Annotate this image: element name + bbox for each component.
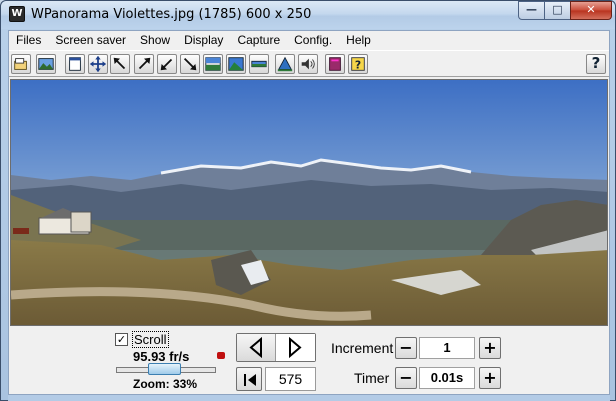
maximize-button[interactable]: □ — [544, 1, 571, 20]
title-bar[interactable]: W WPanorama Violettes.jpg (1785) 600 x 2… — [1, 1, 615, 29]
window-size-icon[interactable] — [65, 54, 85, 74]
picture-icon[interactable] — [36, 54, 56, 74]
menu-screen-saver[interactable]: Screen saver — [48, 31, 133, 49]
context-help-icon[interactable]: ? — [348, 54, 368, 74]
control-panel: ✓ Scroll 95.93 fr/s Zoom: 33% 575 Increm… — [9, 327, 609, 394]
menu-bar: Files Screen saver Show Display Capture … — [9, 31, 609, 49]
close-button[interactable]: ✕ — [570, 1, 612, 20]
svg-text:?: ? — [355, 59, 361, 72]
display-mode-icon[interactable] — [203, 54, 223, 74]
triangle-left-icon — [249, 336, 262, 359]
menu-capture[interactable]: Capture — [230, 31, 287, 49]
scroll-label[interactable]: Scroll — [132, 331, 169, 348]
scroll-checkbox[interactable]: ✓ — [115, 333, 128, 346]
menu-display[interactable]: Display — [177, 31, 230, 49]
book-icon[interactable] — [325, 54, 345, 74]
scroll-left-button[interactable] — [237, 334, 276, 361]
timer-label: Timer — [354, 370, 390, 386]
arrow-up-left-icon[interactable] — [110, 54, 130, 74]
toolbar: ? ? — [9, 50, 609, 77]
zoom-readout: Zoom: 33% — [133, 377, 198, 391]
menu-show[interactable]: Show — [133, 31, 177, 49]
go-first-button[interactable] — [236, 367, 262, 391]
zoom-slider-thumb[interactable] — [148, 363, 181, 375]
increment-value-field[interactable]: 1 — [419, 337, 475, 359]
help-button[interactable]: ? — [586, 54, 606, 74]
frame-position-field[interactable]: 575 — [265, 367, 316, 391]
window-bottom-border — [8, 395, 610, 401]
timer-minus-button[interactable]: − — [395, 367, 417, 389]
sound-icon[interactable] — [298, 54, 318, 74]
arrow-down-left-icon[interactable] — [157, 54, 177, 74]
fit-arrows-icon[interactable] — [88, 54, 108, 74]
increment-plus-button[interactable]: + — [479, 337, 501, 359]
panorama-view[interactable] — [10, 79, 608, 326]
increment-minus-button[interactable]: − — [395, 337, 417, 359]
scroll-right-button[interactable] — [276, 334, 315, 361]
menu-files[interactable]: Files — [9, 31, 48, 49]
app-logo-icon[interactable]: W — [9, 6, 25, 22]
increment-label: Increment — [331, 340, 394, 356]
timer-plus-button[interactable]: + — [479, 367, 501, 389]
panorama-image — [11, 80, 607, 325]
frame-rate-readout: 95.93 fr/s — [133, 349, 190, 364]
landscape-fill-icon[interactable] — [226, 54, 246, 74]
skip-back-icon — [244, 374, 256, 386]
arrow-up-right-icon[interactable] — [134, 54, 154, 74]
client-area: Files Screen saver Show Display Capture … — [8, 30, 610, 395]
speaker-icon — [217, 352, 225, 359]
app-window: W WPanorama Violettes.jpg (1785) 600 x 2… — [0, 0, 616, 401]
horizon-strip-icon[interactable] — [249, 54, 269, 74]
arrow-down-right-icon[interactable] — [180, 54, 200, 74]
triangle-right-icon — [289, 336, 302, 359]
open-file-icon[interactable] — [11, 54, 31, 74]
minimize-button[interactable]: — — [518, 1, 545, 20]
mountain-triangle-icon[interactable] — [275, 54, 295, 74]
timer-value-field[interactable]: 0.01s — [419, 367, 475, 389]
window-title: WPanorama Violettes.jpg (1785) 600 x 250 — [31, 7, 312, 22]
menu-help[interactable]: Help — [339, 31, 378, 49]
menu-config[interactable]: Config. — [287, 31, 339, 49]
